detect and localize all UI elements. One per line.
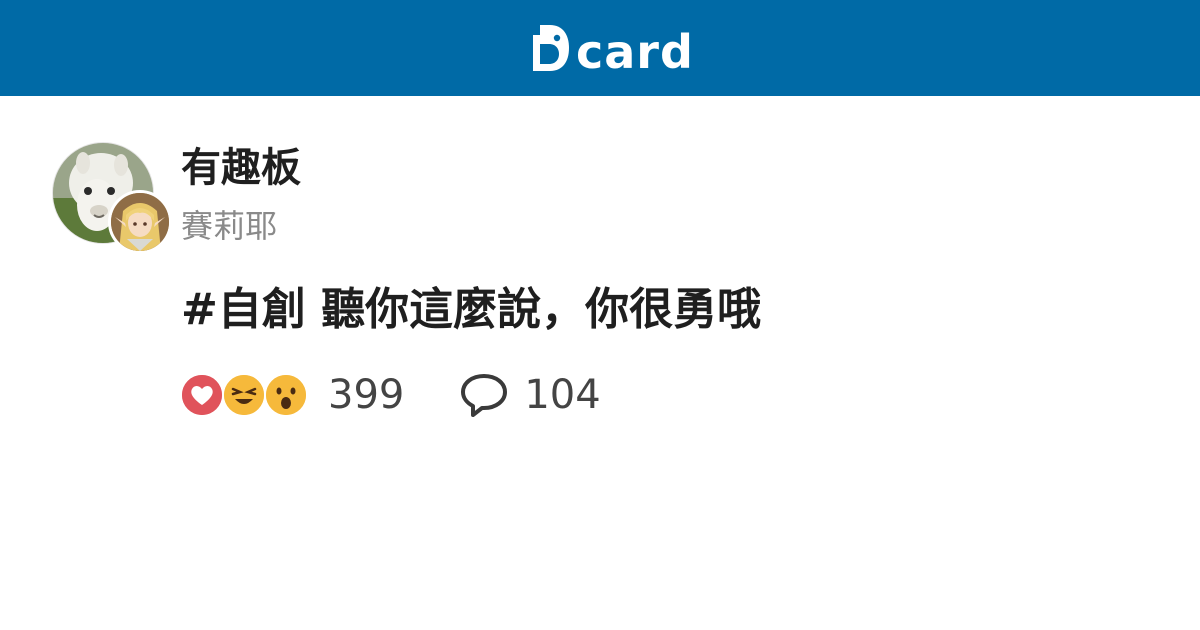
logo-text: card — [576, 25, 694, 79]
top-bar: card — [0, 0, 1200, 96]
reaction-icons[interactable] — [180, 371, 312, 419]
dcard-logo[interactable]: card — [530, 20, 694, 76]
post-title[interactable]: #自創 聽你這麼說，你很勇哦 — [181, 280, 761, 340]
forum-name[interactable]: 有趣板 — [181, 142, 301, 194]
anime-character-image — [111, 193, 169, 251]
laughing-emoji-icon — [222, 373, 266, 417]
dcard-logo-mark-icon — [533, 25, 569, 71]
comment-count: 104 — [524, 372, 601, 418]
reaction-count: 399 — [328, 372, 405, 418]
avatar-group — [52, 142, 172, 254]
post-stats: 399 104 — [180, 370, 601, 420]
comment-icon[interactable] — [458, 369, 510, 421]
author-avatar[interactable] — [108, 190, 172, 254]
author-name[interactable]: 賽莉耶 — [181, 204, 277, 248]
heart-icon — [180, 373, 224, 417]
surprised-emoji-icon — [264, 373, 308, 417]
